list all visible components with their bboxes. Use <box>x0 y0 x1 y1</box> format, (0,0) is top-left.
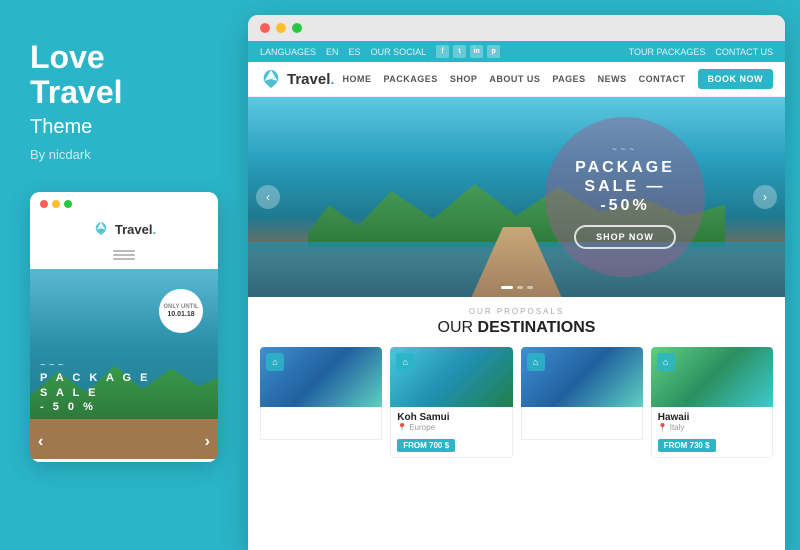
social-icons: f t in p <box>436 45 500 58</box>
theme-author: By nicdark <box>30 147 218 162</box>
desktop-title-bar <box>248 15 785 41</box>
mobile-hero: ONLY UNTIL 10.01.18 ~~~ P A C K A G E S … <box>30 269 218 459</box>
hero-dot-2[interactable] <box>517 286 523 289</box>
dest-card-koh-samui[interactable]: ⌂ Koh Samui 📍Europe FROM 700 $ <box>390 347 512 458</box>
dest-card-hawaii-icon: ⌂ <box>657 353 675 371</box>
mobile-top-bar: Travel. <box>30 192 218 269</box>
title-dot-red <box>260 23 270 33</box>
tour-packages-link[interactable]: TOUR PACKAGES <box>629 47 706 57</box>
mobile-dot-green <box>64 200 72 208</box>
dest-card-hawaii-info: Hawaii 📍Italy FROM 730 $ <box>651 407 773 458</box>
topbar-right: TOUR PACKAGES CONTACT US <box>629 47 773 57</box>
location-pin-icon: 📍 <box>658 423 668 432</box>
hero-next-arrow[interactable]: › <box>753 185 777 209</box>
mobile-dot-red <box>40 200 48 208</box>
mobile-mockup: Travel. ONLY UNTIL 10.01.18 ~~~ P A C K … <box>30 192 218 462</box>
dest-card-3[interactable]: ⌂ <box>521 347 643 458</box>
mobile-logo-text: Travel. <box>115 222 156 237</box>
hero-dot-1[interactable] <box>501 286 513 289</box>
theme-title: Love Travel <box>30 40 218 110</box>
destinations-title: OUR DESTINATIONS <box>260 319 773 337</box>
nav-logo-text: Travel. <box>287 71 335 88</box>
dest-card-1-icon: ⌂ <box>266 353 284 371</box>
hawaii-name: Hawaii <box>658 412 766 423</box>
hamburger-line <box>113 250 135 252</box>
hero-slide-dots <box>501 286 533 289</box>
mobile-logo-dot: . <box>152 222 156 237</box>
desktop-content: LANGUAGES EN ES OUR SOCIAL f t in p TOUR… <box>248 41 785 550</box>
mobile-logo-icon <box>92 220 110 238</box>
desktop-navbar: Travel. HOME PACKAGES SHOP ABOUT US PAGE… <box>248 62 785 97</box>
twitter-icon[interactable]: t <box>453 45 466 58</box>
desktop-topbar: LANGUAGES EN ES OUR SOCIAL f t in p TOUR… <box>248 41 785 62</box>
hero-wave: ~~~ <box>612 145 638 154</box>
topbar-left: LANGUAGES EN ES OUR SOCIAL f t in p <box>260 45 500 58</box>
mobile-package-text: ~~~ P A C K A G E S A L E - 5 0 % <box>40 360 151 414</box>
lang-es[interactable]: ES <box>349 47 361 57</box>
dest-card-1[interactable]: ⌂ <box>260 347 382 458</box>
hero-dot-3[interactable] <box>527 286 533 289</box>
book-now-button[interactable]: BOOK NOW <box>698 69 774 89</box>
nav-links: HOME PACKAGES SHOP ABOUT US PAGES NEWS C… <box>342 69 773 89</box>
lang-en[interactable]: EN <box>326 47 339 57</box>
mobile-logo-row: Travel. <box>40 216 208 242</box>
mobile-next-arrow[interactable]: › <box>205 433 210 451</box>
mobile-hamburger[interactable] <box>40 246 208 264</box>
location-pin-icon: 📍 <box>397 423 407 432</box>
nav-logo: Travel. <box>260 68 335 90</box>
hawaii-price: FROM 730 $ <box>658 439 716 452</box>
destinations-label: OUR PROPOSALS <box>260 307 773 316</box>
nav-logo-icon <box>260 68 282 90</box>
nav-pages[interactable]: PAGES <box>552 74 585 84</box>
nav-home[interactable]: HOME <box>342 74 371 84</box>
hero-nav-arrows: ‹ › <box>248 185 785 209</box>
destinations-section: OUR PROPOSALS OUR DESTINATIONS ⌂ ⌂ <box>248 297 785 550</box>
hawaii-location: 📍Italy <box>658 423 766 432</box>
koh-samui-name: Koh Samui <box>397 412 505 423</box>
dest-card-hawaii[interactable]: ⌂ Hawaii 📍Italy FROM 730 $ <box>651 347 773 458</box>
pinterest-icon[interactable]: p <box>487 45 500 58</box>
nav-contact[interactable]: CONTACT <box>639 74 686 84</box>
dest-card-koh-info: Koh Samui 📍Europe FROM 700 $ <box>390 407 512 458</box>
dest-card-3-info <box>521 407 643 440</box>
nav-news[interactable]: NEWS <box>598 74 627 84</box>
our-social-label: OUR SOCIAL <box>371 47 427 57</box>
nav-packages[interactable]: PACKAGES <box>383 74 437 84</box>
title-dot-green <box>292 23 302 33</box>
mobile-hero-arrows: ‹ › <box>30 433 218 451</box>
languages-label: LANGUAGES <box>260 47 316 57</box>
mobile-window-dots <box>40 200 208 208</box>
linkedin-icon[interactable]: in <box>470 45 483 58</box>
nav-shop[interactable]: SHOP <box>450 74 478 84</box>
dest-card-koh-icon: ⌂ <box>396 353 414 371</box>
koh-samui-price: FROM 700 $ <box>397 439 455 452</box>
title-dot-yellow <box>276 23 286 33</box>
dest-card-1-info <box>260 407 382 440</box>
dest-card-3-icon: ⌂ <box>527 353 545 371</box>
hero-prev-arrow[interactable]: ‹ <box>256 185 280 209</box>
hamburger-line <box>113 258 135 260</box>
koh-samui-location: 📍Europe <box>397 423 505 432</box>
nav-about[interactable]: ABOUT US <box>489 74 540 84</box>
desktop-hero: ~~~ PACKAGE SALE — -50% SHOP NOW ‹ › <box>248 97 785 297</box>
contact-us-link[interactable]: CONTACT US <box>715 47 773 57</box>
theme-subtitle: Theme <box>30 116 218 139</box>
left-panel: Love Travel Theme By nicdark Travel. <box>0 0 248 550</box>
hamburger-line <box>113 254 135 256</box>
shop-now-button[interactable]: SHOP NOW <box>574 225 676 249</box>
destination-cards: ⌂ ⌂ Koh Samui 📍Europe FROM <box>260 347 773 458</box>
desktop-preview: LANGUAGES EN ES OUR SOCIAL f t in p TOUR… <box>248 15 785 550</box>
mobile-prev-arrow[interactable]: ‹ <box>38 433 43 451</box>
facebook-icon[interactable]: f <box>436 45 449 58</box>
mobile-dot-yellow <box>52 200 60 208</box>
